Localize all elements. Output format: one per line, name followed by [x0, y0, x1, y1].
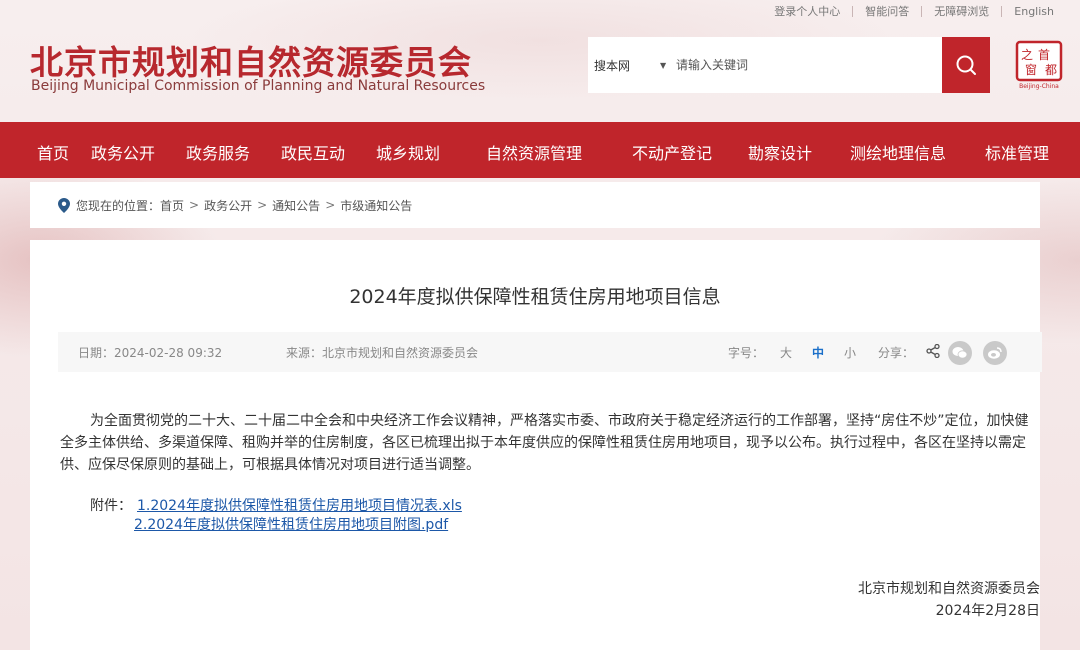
font-size-medium[interactable]: 中: [812, 344, 824, 361]
nav-item-mapping[interactable]: 测绘地理信息: [850, 140, 946, 164]
breadcrumb: 您现在的位置： 首页 > 政务公开 > 通知公告 > 市级通知公告: [30, 182, 1040, 228]
site-title-english: Beijing Municipal Commission of Planning…: [31, 78, 486, 94]
search-scope-label: 搜本网: [594, 58, 631, 73]
site-title[interactable]: 北京市规划和自然资源委员会: [30, 36, 472, 84]
font-size-large[interactable]: 大: [780, 344, 792, 361]
article-card: 2024年度拟供保障性租赁住房用地项目信息 日期：2024-02-28 09:3…: [30, 240, 1042, 650]
nav-item-home[interactable]: 首页: [37, 140, 69, 164]
search-input[interactable]: [672, 37, 942, 93]
signature-date: 2024年2月28日: [935, 603, 1040, 619]
breadcrumb-city-notices[interactable]: 市级通知公告: [340, 197, 412, 214]
login-link[interactable]: 登录个人中心: [762, 3, 852, 19]
nav-item-real-estate[interactable]: 不动产登记: [632, 140, 712, 164]
nav-item-interaction[interactable]: 政民互动: [281, 140, 345, 164]
nav-item-urban-planning[interactable]: 城乡规划: [376, 140, 440, 164]
seal-char: 之: [1021, 48, 1033, 62]
attachment-link-pdf[interactable]: 2.2024年度拟供保障性租赁住房用地项目附图.pdf: [134, 514, 448, 534]
nav-item-survey-design[interactable]: 勘察设计: [748, 140, 812, 164]
nav-item-standards[interactable]: 标准管理: [985, 140, 1049, 164]
breadcrumb-prefix: 您现在的位置：: [76, 198, 161, 213]
accessibility-link[interactable]: 无障碍浏览: [922, 3, 1001, 19]
search-button[interactable]: [942, 37, 990, 93]
wechat-share-button[interactable]: [948, 341, 972, 365]
breadcrumb-home[interactable]: 首页: [160, 197, 184, 214]
breadcrumb-separator: >: [325, 198, 336, 212]
english-link[interactable]: English: [1002, 5, 1066, 18]
nav-item-gov-service[interactable]: 政务服务: [186, 140, 250, 164]
attachment-link-xls[interactable]: 1.2024年度拟供保障性租赁住房用地项目情况表.xls: [137, 495, 462, 515]
article-body: 为全面贯彻党的二十大、二十届二中全会和中央经济工作会议精神，严格落实市委、市政府…: [60, 413, 1029, 473]
search-bar: 搜本网 ▼: [588, 37, 990, 93]
location-pin-icon: [58, 197, 70, 213]
weibo-icon: [988, 347, 1002, 359]
seal-char: 都: [1045, 63, 1057, 77]
nav-item-natural-resources[interactable]: 自然资源管理: [486, 140, 582, 164]
smart-qa-link[interactable]: 智能问答: [853, 3, 921, 19]
font-size-label: 字号：: [728, 346, 765, 360]
capital-window-seal-logo[interactable]: 首 都 之 窗 Beijing-China: [1014, 40, 1064, 90]
wechat-icon: [952, 347, 968, 359]
article-date: 日期：2024-02-28 09:32: [78, 346, 223, 360]
seal-char: 首: [1038, 48, 1050, 62]
weibo-share-button[interactable]: [983, 341, 1007, 365]
seal-char: 窗: [1025, 63, 1037, 77]
breadcrumb-separator: >: [189, 198, 200, 212]
breadcrumb-notices[interactable]: 通知公告: [272, 197, 320, 214]
article-title: 2024年度拟供保障性租赁住房用地项目信息: [349, 286, 721, 308]
breadcrumb-gov-open[interactable]: 政务公开: [204, 197, 252, 214]
nav-item-gov-open[interactable]: 政务公开: [91, 140, 155, 164]
attachment-label: 附件：: [90, 498, 132, 514]
article-meta-bar: 日期：2024-02-28 09:32 来源：北京市规划和自然资源委员会 字号：…: [58, 332, 1042, 372]
font-size-small[interactable]: 小: [844, 344, 856, 361]
share-icon[interactable]: [926, 343, 940, 361]
search-scope-select[interactable]: 搜本网 ▼: [588, 37, 672, 93]
main-nav: 首页 政务公开 政务服务 政民互动 城乡规划 自然资源管理 不动产登记 勘察设计…: [0, 122, 1080, 178]
article-source: 来源：北京市规划和自然资源委员会: [286, 346, 479, 360]
search-icon: [956, 55, 976, 75]
share-label: 分享：: [878, 346, 915, 360]
top-utility-bar: 登录个人中心 智能问答 无障碍浏览 English: [762, 3, 1066, 19]
caret-down-icon: ▼: [660, 60, 667, 70]
seal-caption: Beijing-China: [1019, 83, 1059, 90]
signature-org: 北京市规划和自然资源委员会: [858, 581, 1040, 597]
breadcrumb-separator: >: [257, 198, 268, 212]
